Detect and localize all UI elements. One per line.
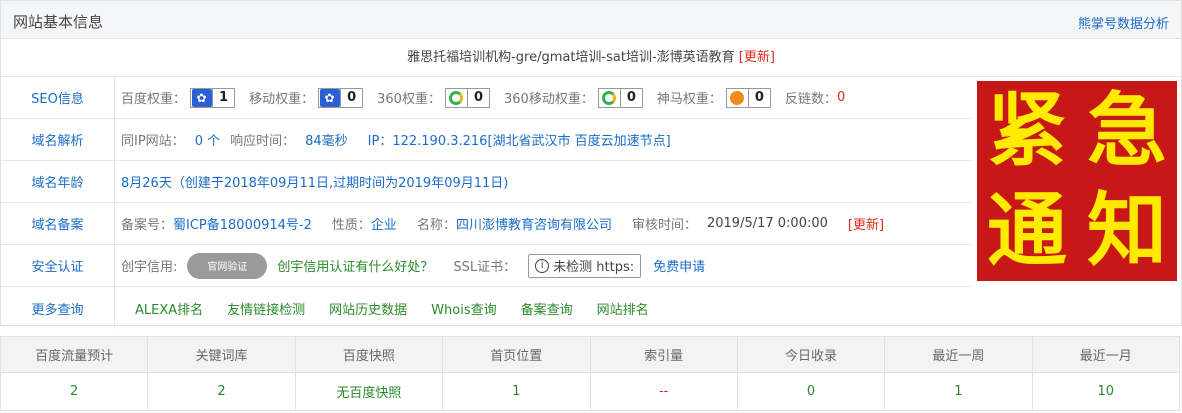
s360-weight-label: 360权重： (377, 92, 441, 107)
homepage-position-value[interactable]: 1 (442, 372, 591, 411)
alexa-rank-link[interactable]: ALEXA排名 (135, 299, 203, 318)
baidu-traffic-value[interactable]: 2 (0, 372, 149, 411)
security-label: 安全认证 (1, 245, 115, 286)
stats-header: 最近一月 (1031, 336, 1181, 373)
index-count-value[interactable]: -- (589, 372, 738, 411)
backlink-value[interactable]: 0 (837, 90, 845, 105)
baidu-weight-badge[interactable]: ✿ 1 (190, 87, 236, 108)
icp-time-label: 审核时间： (631, 218, 697, 233)
icp-no-label: 备案号： (121, 218, 174, 233)
mobile-weight-value: 0 (347, 90, 357, 105)
more-label: 更多查询 (1, 287, 115, 329)
icp-time-value: 2019/5/17 0:00:00 (706, 216, 828, 231)
baidu-weight-value: 1 (219, 90, 229, 105)
shenma-horse-icon (730, 90, 745, 105)
s360-mobile-ring-icon (602, 90, 617, 105)
s360-mobile-weight-badge[interactable]: 0 (597, 87, 643, 108)
xiongzhang-analysis-link[interactable]: 熊掌号数据分析 (1078, 13, 1169, 32)
friend-link-check-link[interactable]: 友情链接检测 (227, 299, 305, 318)
icp-row: 域名备案 备案号： 蜀ICP备18000914号-2 性质： 企业 名称： 四川… (1, 203, 971, 245)
shenma-weight-value: 0 (754, 90, 764, 105)
stats-header: 今日收录 (736, 336, 886, 373)
ssl-status: 未检测 https: (553, 260, 635, 275)
domain-age-row: 域名年龄 8月26天（创建于2018年09月11日,过期时间为2019年09月1… (1, 161, 971, 203)
info-rows: SEO信息 百度权重： ✿ 1 移动权重： ✿ 0 360权重： 0 360移动… (1, 77, 971, 329)
shenma-weight-badge[interactable]: 0 (725, 87, 771, 108)
stats-header: 首页位置 (442, 336, 591, 373)
seo-row: SEO信息 百度权重： ✿ 1 移动权重： ✿ 0 360权重： 0 360移动… (1, 77, 971, 119)
baidu-paw-icon: ✿ (191, 88, 212, 107)
info-icon: i (535, 258, 550, 273)
stats-header-row: 百度流量预计 关键词库 百度快照 首页位置 索引量 今日收录 最近一周 最近一月 (0, 336, 1181, 373)
site-update-link[interactable]: [更新] (739, 50, 775, 65)
panel-header: 网站基本信息 熊掌号数据分析 (1, 1, 1181, 39)
ssl-check-button[interactable]: i 未检测 https: (528, 253, 642, 278)
baidu-snapshot-value[interactable]: 无百度快照 (294, 372, 444, 411)
mobile-weight-label: 移动权重： (249, 92, 315, 107)
security-row: 安全认证 创宇信用: 官网验证 创宇信用认证有什么好处？ SSL证书： i 未检… (1, 245, 971, 287)
free-apply-link[interactable]: 免费申请 (653, 256, 705, 275)
seo-label: SEO信息 (1, 77, 115, 118)
official-verify-seal-icon[interactable]: 官网验证 (187, 252, 268, 279)
site-info-panel: 网站基本信息 熊掌号数据分析 雅思托福培训机构-gre/gmat培训-sat培训… (0, 0, 1182, 329)
dns-row: 域名解析 同IP网站： 0 个 响应时间： 84毫秒 IP： 122.190.3… (1, 119, 971, 161)
last-month-value[interactable]: 10 (1031, 372, 1181, 411)
panel-title: 网站基本信息 (13, 13, 104, 31)
stats-header: 百度流量预计 (0, 336, 149, 373)
ip-value[interactable]: 122.190.3.216[湖北省武汉市 百度云加速节点] (392, 130, 670, 149)
s360-weight-badge[interactable]: 0 (444, 87, 490, 108)
stats-header: 关键词库 (147, 336, 296, 373)
s360-weight-value: 0 (473, 90, 483, 105)
stats-table: 百度流量预计 关键词库 百度快照 首页位置 索引量 今日收录 最近一周 最近一月… (0, 336, 1181, 411)
same-ip-label: 同IP网站： (121, 134, 185, 149)
icp-type-value: 企业 (370, 218, 397, 233)
icp-no-value[interactable]: 蜀ICP备18000914号-2 (173, 214, 312, 233)
s360-mobile-weight-label: 360移动权重： (504, 92, 594, 107)
ip-label: IP： (367, 134, 393, 149)
domain-age-value: 8月26天（创建于2018年09月11日,过期时间为2019年09月11日) (121, 176, 509, 191)
credit-label: 创宇信用: (121, 260, 178, 275)
same-ip-value[interactable]: 0 个 (195, 130, 220, 149)
urgent-notice-banner[interactable]: 紧 急 通 知 (977, 81, 1177, 281)
shenma-weight-label: 神马权重： (656, 92, 722, 107)
stats-header: 百度快照 (294, 336, 444, 373)
response-time-value: 84毫秒 (305, 134, 348, 149)
baidu-mobile-paw-icon: ✿ (319, 88, 340, 107)
site-name: 雅思托福培训机构-gre/gmat培训-sat培训-澎博英语教育 (407, 50, 735, 65)
last-week-value[interactable]: 1 (884, 372, 1033, 411)
keyword-count-value[interactable]: 2 (147, 372, 296, 411)
whois-link[interactable]: Whois查询 (431, 299, 496, 318)
banner-char: 急 (1087, 84, 1167, 177)
banner-char: 紧 (987, 84, 1067, 177)
baidu-weight-label: 百度权重： (121, 92, 187, 107)
icp-label: 域名备案 (1, 203, 115, 244)
icp-query-link[interactable]: 备案查询 (521, 299, 573, 318)
s360-mobile-weight-value: 0 (626, 90, 636, 105)
domain-age-label: 域名年龄 (1, 161, 115, 202)
ssl-label: SSL证书： (453, 260, 517, 275)
dns-label: 域名解析 (1, 119, 115, 160)
banner-char: 知 (1087, 184, 1167, 277)
mobile-weight-badge[interactable]: ✿ 0 (318, 87, 364, 108)
more-row: 更多查询 ALEXA排名 友情链接检测 网站历史数据 Whois查询 备案查询 … (1, 287, 971, 329)
response-time-label: 响应时间： (230, 134, 296, 149)
today-indexed-value[interactable]: 0 (736, 372, 886, 411)
backlink-label: 反链数： (784, 92, 837, 107)
icp-name-label: 名称： (416, 218, 456, 233)
site-rank-link[interactable]: 网站排名 (597, 299, 649, 318)
stats-header: 索引量 (589, 336, 738, 373)
site-name-row: 雅思托福培训机构-gre/gmat培训-sat培训-澎博英语教育 [更新] (1, 39, 1181, 77)
icp-update-link[interactable]: [更新] (848, 214, 884, 233)
stats-value-row: 2 2 无百度快照 1 -- 0 1 10 (0, 372, 1181, 411)
credit-benefit-link[interactable]: 创宇信用认证有什么好处？ (277, 256, 433, 275)
icp-name-value: 四川澎博教育咨询有限公司 (455, 218, 612, 233)
icp-type-label: 性质： (331, 218, 371, 233)
s360-ring-icon (449, 90, 464, 105)
site-history-link[interactable]: 网站历史数据 (329, 299, 407, 318)
banner-char: 通 (987, 184, 1067, 277)
stats-header: 最近一周 (884, 336, 1033, 373)
